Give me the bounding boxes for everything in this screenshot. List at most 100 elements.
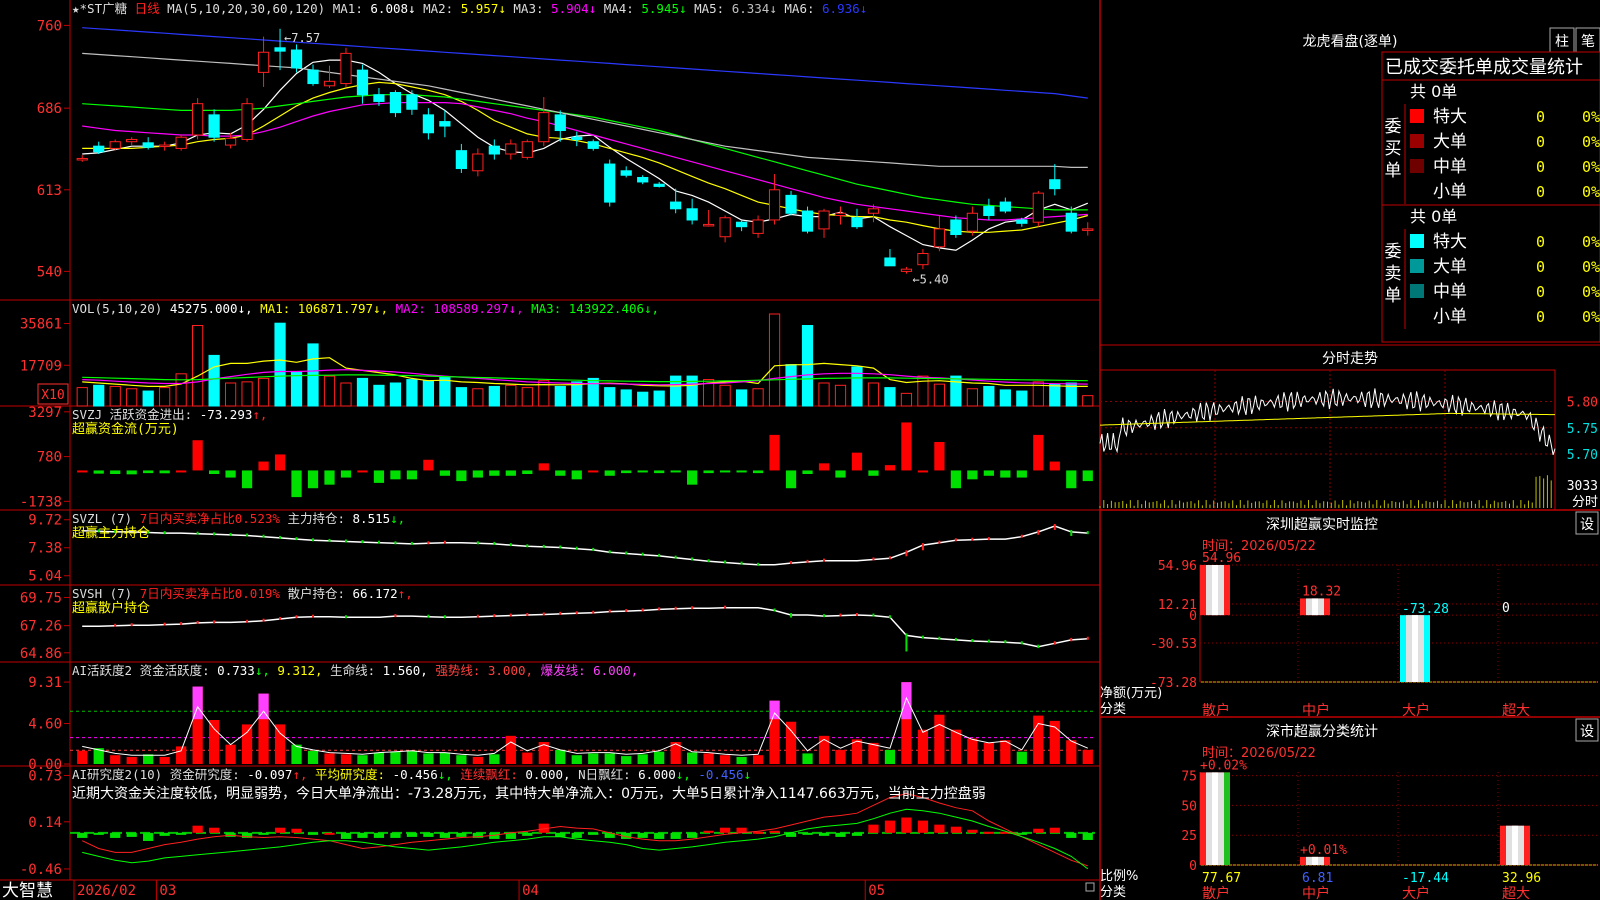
activity-bar — [241, 724, 253, 764]
monitor-y-label: 50 — [1181, 799, 1197, 814]
candle-body — [933, 228, 946, 248]
activity-bar — [505, 735, 516, 764]
volume-bar — [785, 364, 797, 407]
volume-bar — [604, 387, 616, 407]
candle-body — [142, 142, 154, 148]
research-bar — [687, 832, 698, 838]
order-row-volume: 0 — [1536, 308, 1545, 326]
research-bar — [720, 827, 731, 833]
hold-change-tick — [724, 560, 727, 564]
min-price-label: ←5.40 — [912, 272, 948, 286]
hold-change-tick — [361, 540, 364, 544]
flow-bar — [522, 470, 533, 474]
app-name: 大智慧 — [2, 881, 53, 900]
order-row-percent: 0% — [1582, 158, 1600, 176]
hold-change-tick — [575, 546, 578, 550]
dragon-tiger-title: 龙虎看盘(逐单) — [1303, 33, 1398, 50]
order-row-percent: 0% — [1582, 108, 1600, 126]
candle-body — [670, 201, 682, 210]
volume-bar — [488, 385, 500, 407]
hold-change-tick — [938, 636, 941, 640]
hold-change-tick — [823, 614, 826, 618]
research-bar — [769, 830, 780, 833]
research-bar — [357, 832, 368, 838]
unit-label: X10 — [41, 388, 64, 403]
activity-bar — [835, 749, 846, 764]
research-bar — [654, 832, 665, 839]
flow-bar — [604, 470, 615, 476]
hold-change-tick — [1004, 640, 1007, 644]
activity-header-part: ↓, — [255, 663, 278, 678]
flow-bar — [373, 470, 385, 483]
flow-bar — [752, 470, 764, 474]
activity-bar — [654, 751, 665, 764]
candle-body — [307, 69, 319, 85]
hold-change-tick — [921, 543, 924, 551]
hold-change-tick — [1037, 529, 1040, 535]
volume-bar — [966, 388, 978, 407]
hold-change-tick — [476, 541, 479, 545]
volume-bar — [521, 387, 533, 407]
activity-bar — [1082, 749, 1093, 764]
candle-body — [604, 163, 616, 203]
monitor-value-label: 77.67 — [1202, 871, 1241, 886]
volume-bar — [208, 354, 220, 407]
flow-bar — [143, 470, 154, 474]
flow-bar — [258, 461, 269, 471]
activity-bar — [752, 755, 764, 764]
flow-bar — [390, 470, 401, 480]
research-header-part: ↓ — [744, 767, 752, 782]
flow-bar — [851, 452, 863, 471]
flow-bar — [802, 470, 813, 474]
candle-body — [472, 153, 484, 172]
svzj-header-part: SVZJ — [72, 407, 110, 422]
candle-body — [735, 221, 748, 228]
x-tick-label: 03 — [159, 883, 176, 899]
candle-body — [571, 136, 583, 140]
stock-chart-canvas[interactable]: 760 686 613 540 ←7.57 ←5.40 ★*ST广糖 日线 MA(5,10,… — [0, 0, 1600, 900]
candle-body — [422, 114, 435, 134]
activity-bar — [868, 742, 879, 764]
hold-change-tick — [641, 608, 644, 612]
flow-bar — [884, 465, 896, 471]
order-color-swatch — [1410, 134, 1424, 148]
monitor-y-label: 75 — [1181, 770, 1197, 785]
order-block-label-char: 单 — [1385, 161, 1402, 181]
flow-bar — [357, 470, 368, 473]
flow-bar — [670, 470, 681, 473]
activity-bar — [818, 735, 830, 764]
activity-bar — [1033, 715, 1044, 764]
research-note: 近期大资金关注度较低，明显弱势，今日大单净流出：-73.28万元，其中特大单净流… — [72, 785, 986, 802]
flow-bar — [1016, 470, 1027, 478]
research-bar — [456, 832, 467, 837]
flow-bar — [901, 422, 912, 471]
hold-change-tick — [905, 633, 908, 652]
volume-bar — [818, 382, 830, 407]
hold-change-tick — [344, 615, 347, 619]
activity-bar — [802, 753, 813, 764]
hold-change-tick — [674, 555, 677, 559]
candle-body — [719, 217, 731, 238]
activity-bar — [555, 749, 566, 764]
hold-change-tick — [443, 615, 446, 619]
kline-header-part: 6.936↓ — [822, 1, 867, 16]
candle-body — [521, 141, 533, 158]
volume-header-part: 108589.297↓, — [433, 301, 531, 316]
hold-change-tick — [312, 538, 315, 542]
hold-subtitle-zl: 超赢主力持仓 — [72, 525, 150, 541]
research-bar — [373, 832, 385, 838]
activity-bar — [1016, 751, 1027, 764]
research-header-part: ↓, — [676, 767, 699, 782]
monitor-title: 深市超赢分类统计 — [1266, 723, 1378, 740]
candle-body — [999, 201, 1011, 212]
hold-change-tick — [872, 557, 875, 561]
candle-body — [966, 212, 978, 232]
activity-bar — [340, 754, 352, 764]
activity-bar — [934, 714, 945, 764]
volume-header: VOL(5,10,20) 45275.000↓, MA1: 106871.797… — [72, 301, 659, 316]
hold-change-tick — [1037, 644, 1040, 649]
candle-body — [950, 219, 962, 236]
y-tick-label: -0.46 — [20, 862, 62, 878]
research-bar — [439, 832, 450, 838]
activity-bar — [357, 755, 368, 764]
